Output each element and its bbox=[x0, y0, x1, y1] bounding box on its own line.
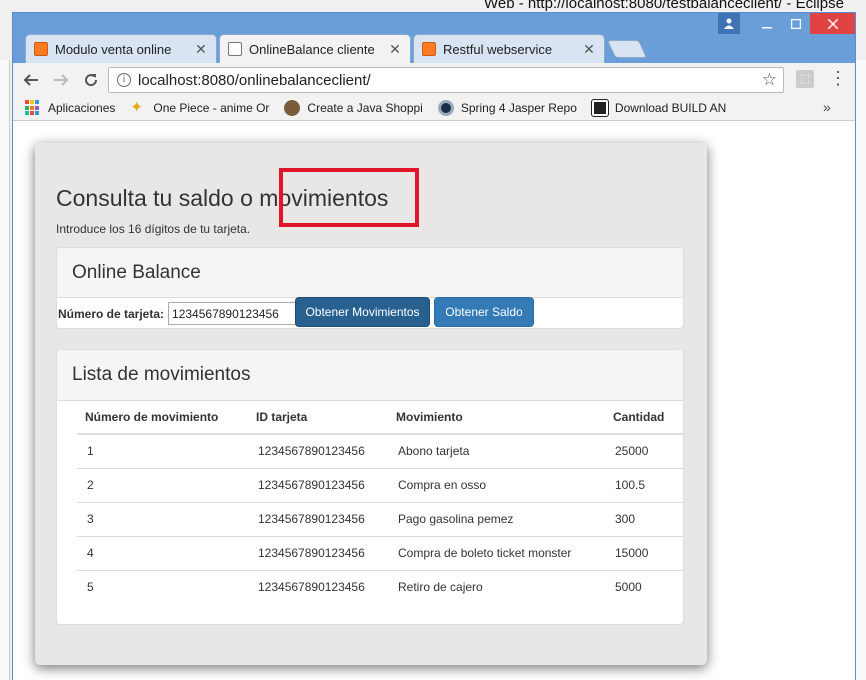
bookmark-icon bbox=[590, 99, 609, 117]
bookmarks-bar: Aplicaciones ✦ One Piece - anime Or Crea… bbox=[13, 96, 855, 121]
table-header-row: Número de movimiento ID tarjeta Movimien… bbox=[77, 401, 684, 435]
card-number-input[interactable] bbox=[168, 302, 297, 325]
xampp-icon bbox=[422, 42, 436, 56]
page-icon bbox=[228, 42, 242, 56]
table-cell: 2 bbox=[77, 468, 248, 503]
tab-restful[interactable]: Restful webservice ✕ bbox=[413, 34, 605, 63]
table-cell: 3 bbox=[77, 502, 248, 537]
bookmarks-overflow-icon[interactable]: » bbox=[823, 99, 831, 115]
annotation-highlight-box bbox=[279, 168, 419, 227]
bookmark-label: One Piece - anime Or bbox=[153, 101, 270, 115]
close-window-button[interactable] bbox=[810, 13, 855, 34]
balance-panel: Online Balance Número de tarjeta: Obtene… bbox=[56, 247, 684, 329]
table-cell: 1234567890123456 bbox=[248, 536, 388, 571]
movements-panel-heading: Lista de movimientos bbox=[57, 350, 683, 401]
url-text[interactable]: localhost:8080/onlinebalanceclient/ bbox=[138, 72, 762, 89]
balance-panel-heading: Online Balance bbox=[57, 248, 683, 298]
reload-icon[interactable] bbox=[79, 68, 103, 92]
bookmark-spring-jasper[interactable]: Spring 4 Jasper Repo bbox=[437, 100, 577, 116]
eclipse-title: Web - http://localhost:8080/testbalancec… bbox=[484, 0, 844, 12]
back-arrow-icon[interactable] bbox=[19, 68, 43, 92]
table-cell: 25000 bbox=[605, 434, 684, 469]
eclipse-left-gutter bbox=[0, 60, 10, 680]
table-cell: 1234567890123456 bbox=[248, 502, 388, 537]
star-icon: ✦ bbox=[130, 99, 143, 116]
table-row: 2 1234567890123456 Compra en osso 100.5 bbox=[77, 468, 684, 503]
table-cell: 1 bbox=[77, 434, 248, 469]
tab-label: Modulo venta online bbox=[55, 41, 172, 57]
forward-arrow-icon[interactable] bbox=[49, 68, 73, 92]
bookmark-java-shopping[interactable]: Create a Java Shoppi bbox=[284, 100, 423, 116]
table-cell: 5 bbox=[87, 580, 94, 595]
table-cell: 100.5 bbox=[605, 468, 684, 503]
column-header: Movimiento bbox=[388, 401, 605, 435]
table-cell: Compra en osso bbox=[388, 468, 605, 503]
new-tab-button[interactable] bbox=[606, 40, 648, 58]
bookmark-label: Aplicaciones bbox=[48, 101, 116, 115]
table-cell: 15000 bbox=[605, 536, 684, 571]
bookmark-download-build[interactable]: Download BUILD AN bbox=[590, 99, 727, 117]
table-cell: 1234567890123456 bbox=[258, 580, 365, 595]
tab-onlinebalance[interactable]: OnlineBalance cliente ✕ bbox=[219, 34, 411, 63]
tab-modulo-venta[interactable]: Modulo venta online ✕ bbox=[25, 34, 217, 63]
table-cell: Pago gasolina pemez bbox=[388, 502, 605, 537]
close-icon[interactable]: ✕ bbox=[194, 41, 208, 58]
bookmark-icon bbox=[284, 100, 301, 116]
bookmark-label: Spring 4 Jasper Repo bbox=[460, 101, 577, 115]
bookmark-label: Download BUILD AN bbox=[614, 101, 727, 115]
maximize-button[interactable] bbox=[781, 13, 810, 34]
table-cell: Abono tarjeta bbox=[388, 434, 605, 469]
movements-table: Número de movimiento ID tarjeta Movimien… bbox=[77, 401, 684, 604]
tab-strip: Modulo venta online ✕ OnlineBalance clie… bbox=[13, 13, 855, 63]
address-bar[interactable]: i localhost:8080/onlinebalanceclient/ ☆ bbox=[108, 67, 784, 93]
bookmark-icon bbox=[437, 100, 454, 116]
page-viewport: Consulta tu saldo o movimientos Introduc… bbox=[13, 122, 855, 680]
table-cell: Retiro de cajero bbox=[398, 580, 483, 595]
page-subtitle: Introduce los 16 dígitos de tu tarjeta. bbox=[56, 222, 251, 236]
table-row: 5 1234567890123456 Retiro de cajero 5000 bbox=[77, 570, 684, 604]
card-form: Número de tarjeta: bbox=[57, 298, 297, 329]
apps-grid-icon bbox=[25, 100, 41, 116]
minimize-button[interactable] bbox=[752, 13, 781, 34]
pdf-extension-icon[interactable]: ⬚ bbox=[796, 70, 814, 88]
chrome-menu-icon[interactable]: ⋮ bbox=[829, 68, 847, 89]
bookmark-label: Create a Java Shoppi bbox=[307, 101, 423, 115]
column-header: ID tarjeta bbox=[248, 401, 388, 435]
card-number-label: Número de tarjeta: bbox=[58, 306, 165, 321]
table-row: 4 1234567890123456 Compra de boleto tick… bbox=[77, 536, 684, 571]
table-row: 3 1234567890123456 Pago gasolina pemez 3… bbox=[77, 502, 684, 537]
bookmark-star-icon[interactable]: ☆ bbox=[762, 70, 777, 90]
column-header: Número de movimiento bbox=[77, 401, 248, 435]
column-header: Cantidad bbox=[605, 401, 684, 435]
bookmark-one-piece[interactable]: ✦ One Piece - anime Or bbox=[130, 100, 269, 116]
table-cell: 1234567890123456 bbox=[248, 434, 388, 469]
close-icon[interactable]: ✕ bbox=[582, 41, 596, 58]
get-movements-button[interactable]: Obtener Movimientos bbox=[295, 297, 430, 327]
window-controls bbox=[718, 13, 855, 35]
info-icon[interactable]: i bbox=[117, 73, 131, 87]
bookmark-aplicaciones[interactable]: Aplicaciones bbox=[25, 100, 115, 116]
close-icon[interactable]: ✕ bbox=[388, 41, 402, 58]
table-cell: 300 bbox=[605, 502, 684, 537]
get-balance-button[interactable]: Obtener Saldo bbox=[434, 297, 534, 327]
table-cell: Compra de boleto ticket monster bbox=[388, 536, 605, 571]
table-row: 1 1234567890123456 Abono tarjeta 25000 bbox=[77, 434, 684, 469]
movements-panel: Lista de movimientos Número de movimient… bbox=[56, 349, 684, 625]
eclipse-right-gutter bbox=[856, 60, 866, 680]
browser-toolbar: i localhost:8080/onlinebalanceclient/ ☆ … bbox=[13, 63, 855, 96]
browser-window: Modulo venta online ✕ OnlineBalance clie… bbox=[12, 12, 856, 680]
table-cell: 1234567890123456 bbox=[248, 468, 388, 503]
tab-label: OnlineBalance cliente bbox=[249, 41, 375, 57]
table-cell: 4 bbox=[77, 536, 248, 571]
user-icon[interactable] bbox=[718, 13, 740, 34]
xampp-icon bbox=[34, 42, 48, 56]
tab-label: Restful webservice bbox=[443, 41, 553, 57]
table-cell: 5000 bbox=[615, 580, 642, 595]
